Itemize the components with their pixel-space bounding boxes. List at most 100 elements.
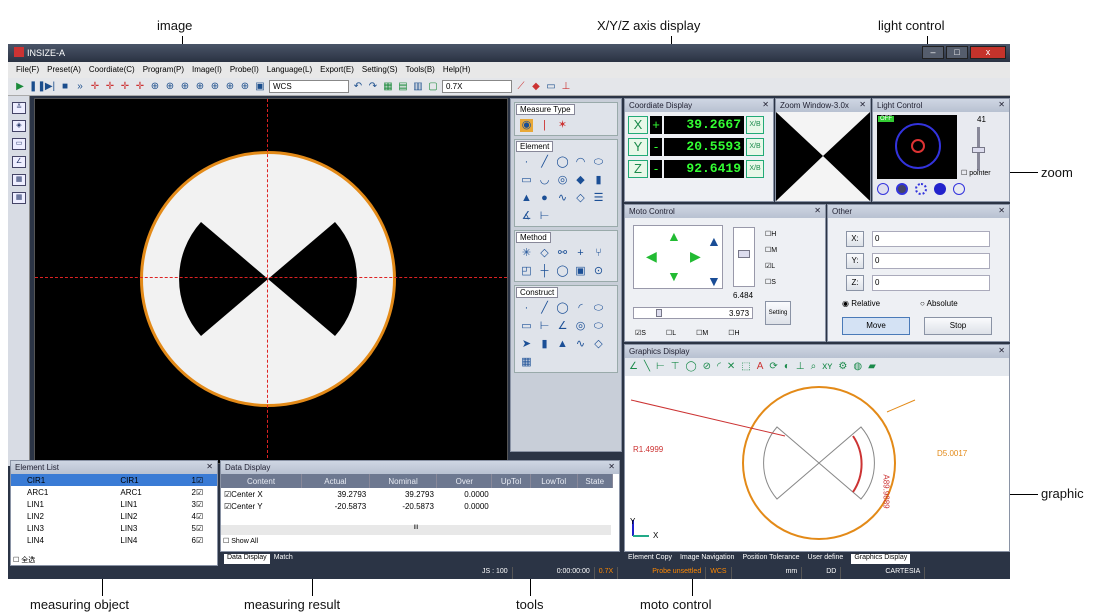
element-row[interactable]: ARC1 ARC1 2 ☑ (11, 486, 217, 498)
jog-right-icon[interactable]: ▶ (690, 248, 701, 265)
y-input[interactable]: 0 (872, 253, 990, 269)
report-icon[interactable]: ▥ (412, 81, 424, 93)
data-row[interactable]: ☑Center X 39.2793 39.2793 0.0000 (221, 488, 613, 500)
coordinate-icon[interactable]: ⊕ (164, 81, 176, 93)
coordinate-icon[interactable]: ⊕ (194, 81, 206, 93)
column-header[interactable]: LowTol (530, 474, 578, 488)
z-unit[interactable]: X/B (746, 160, 764, 178)
probe-mode-icon[interactable]: | (538, 119, 551, 132)
curve-icon[interactable]: ∿ (556, 192, 569, 205)
probe-point-icon[interactable]: ✛ (119, 81, 131, 93)
mode-s[interactable]: ☑S (635, 329, 646, 337)
check-m[interactable]: ☐M (765, 243, 777, 259)
close-icon[interactable]: ✕ (998, 346, 1005, 355)
element-check[interactable]: ☑ (196, 498, 217, 510)
select-all-check[interactable]: ☐ 全选 (13, 555, 35, 565)
jog-down-icon[interactable]: ▼ (667, 268, 681, 284)
y-set-button[interactable]: Y: (846, 253, 864, 269)
light-mode-icon[interactable] (896, 183, 908, 195)
close-icon[interactable]: ✕ (998, 100, 1005, 109)
coordinate-icon[interactable]: ⊕ (149, 81, 161, 93)
menu-language[interactable]: Language(L) (267, 65, 312, 75)
coordinate-icon[interactable]: ⊕ (209, 81, 221, 93)
maximize-button[interactable]: □ (946, 46, 968, 59)
capture-icon[interactable]: ▤ (397, 81, 409, 93)
distance-construct-icon[interactable]: ⊢ (538, 320, 551, 333)
cone-construct-icon[interactable]: ▲ (556, 338, 569, 351)
column-header[interactable]: State (577, 474, 613, 488)
element-row[interactable]: CIR1 CIR1 1 ☑ (11, 474, 217, 486)
coordinate-icon[interactable]: ⊕ (239, 81, 251, 93)
x-axis-icon[interactable]: X (628, 116, 648, 134)
data-row[interactable]: ☑Center Y -20.5873 -20.5873 0.0000 (221, 500, 613, 512)
save-icon[interactable]: ▣ (254, 81, 266, 93)
column-header[interactable]: Actual (301, 474, 370, 488)
menu-setting[interactable]: Setting(S) (362, 65, 398, 75)
arc-construct-icon[interactable]: ◜ (574, 302, 587, 315)
probe-point-icon[interactable]: ✛ (89, 81, 101, 93)
crosshair-icon[interactable]: ┼ (538, 265, 551, 278)
stop-icon[interactable]: ■ (59, 81, 71, 93)
distance-icon[interactable]: ⊢ (538, 210, 551, 223)
menu-probe[interactable]: Probe(I) (230, 65, 259, 75)
slot-icon[interactable]: ◡ (538, 174, 551, 187)
point-icon[interactable]: · (520, 156, 533, 169)
camera-image[interactable] (34, 98, 508, 464)
axis-tool-icon[interactable]: ⊥ (796, 361, 805, 373)
light-mode-icon[interactable] (915, 183, 927, 195)
jog-up-icon[interactable]: ▲ (667, 228, 681, 244)
close-icon[interactable]: ✕ (206, 462, 213, 471)
fit-tool-icon[interactable]: ⬚ (741, 361, 750, 373)
close-icon[interactable]: ✕ (814, 206, 821, 215)
close-icon[interactable]: ✕ (608, 462, 615, 471)
close-icon[interactable]: ✕ (762, 100, 769, 109)
coordinate-icon[interactable]: ⊕ (179, 81, 191, 93)
target-icon[interactable]: ⊙ (592, 265, 605, 278)
select-icon[interactable]: ◰ (520, 265, 533, 278)
step-icon[interactable]: ▶| (44, 81, 56, 93)
probe-point-icon[interactable]: ✛ (104, 81, 116, 93)
circle-icon[interactable]: ◯ (556, 156, 569, 169)
mode-l[interactable]: ☐L (666, 329, 676, 337)
t-tool-icon[interactable]: ⊤ (671, 361, 680, 373)
fork-icon[interactable]: ⑂ (592, 247, 605, 260)
text-tool-icon[interactable]: A (757, 361, 764, 373)
laser-mode-icon[interactable]: ✶ (556, 119, 569, 132)
grid-icon[interactable]: ▦ (12, 174, 26, 186)
circle-tool-icon[interactable]: ◯ (685, 361, 696, 373)
circle-method-icon[interactable]: ◯ (556, 265, 569, 278)
frame-icon[interactable]: ▭ (12, 138, 26, 150)
light-slider-track[interactable] (972, 127, 985, 171)
angle-tool-icon[interactable]: ∠ (629, 361, 638, 373)
tab-match[interactable]: Match (274, 554, 293, 564)
curve-construct-icon[interactable]: ∿ (574, 338, 587, 351)
show-all-check[interactable]: ☐ Show All (223, 537, 258, 545)
auto-icon[interactable]: ◈ (12, 120, 26, 132)
column-header[interactable]: Over (436, 474, 493, 488)
element-row[interactable]: LIN3 LIN3 5 ☑ (11, 522, 217, 534)
z-down-icon[interactable]: ▼ (707, 273, 721, 289)
pause-icon[interactable]: ❚❚ (29, 81, 46, 93)
arc-tool-icon[interactable]: ◜ (717, 361, 721, 373)
settings-tool-icon[interactable]: ⚙ (838, 361, 847, 373)
light-off-badge[interactable]: OFF (878, 116, 894, 122)
z-set-button[interactable]: Z: (846, 275, 864, 291)
zoom-tool-icon[interactable]: ⌕ (811, 361, 817, 373)
check-s[interactable]: ☐S (765, 275, 777, 291)
light-slider-thumb[interactable] (972, 147, 985, 153)
y-axis-icon[interactable]: Y (628, 138, 648, 156)
z-input[interactable]: 0 (872, 275, 990, 291)
tab-element-copy[interactable]: Element Copy (628, 554, 672, 564)
light-mode-icon[interactable] (934, 183, 946, 195)
null-tool-icon[interactable]: ⊘ (703, 361, 711, 373)
line-tool-icon[interactable]: ╲ (644, 361, 650, 373)
cylinder-construct-icon[interactable]: ▮ (538, 338, 551, 351)
x-set-button[interactable]: X: (846, 231, 864, 247)
menu-preset[interactable]: Preset(A) (47, 65, 81, 75)
cross-icon[interactable]: ✳ (520, 247, 533, 260)
absolute-radio[interactable]: ○ Absolute (920, 299, 958, 308)
horizontal-scrollbar[interactable]: III (221, 525, 611, 535)
tab-user-define[interactable]: User define (808, 554, 844, 564)
ring-construct-icon[interactable]: ◎ (574, 320, 587, 333)
plus-icon[interactable]: + (574, 247, 587, 260)
